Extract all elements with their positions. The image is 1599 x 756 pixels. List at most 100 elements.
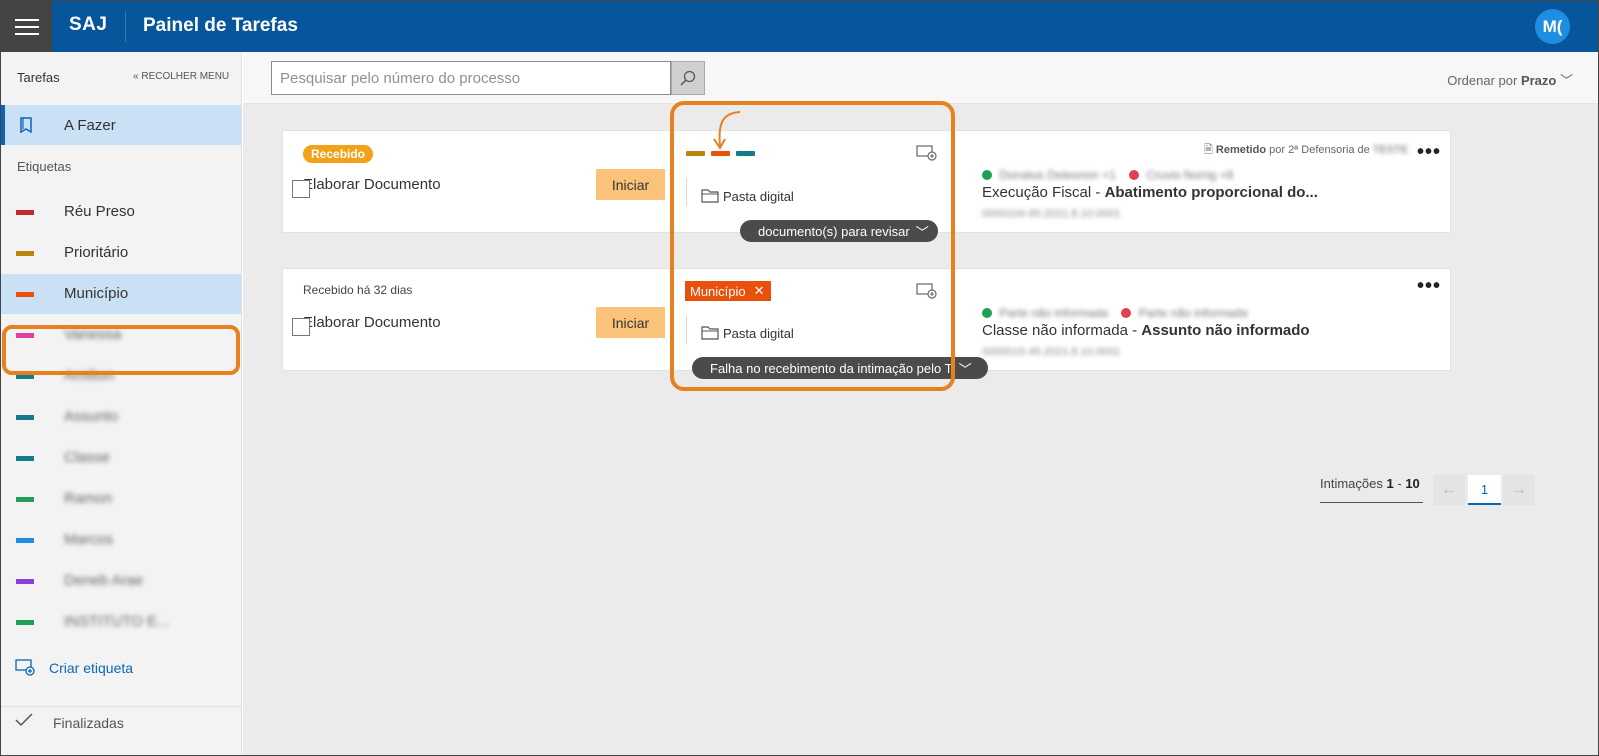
- parties: Donatus Deleonon +1 Cruvis Norrig +8: [982, 168, 1233, 182]
- sidebar-tag-item[interactable]: Município: [1, 274, 241, 314]
- case-class: Classe não informada: [982, 322, 1128, 339]
- document-icon: 🗎: [1204, 144, 1213, 156]
- received-text: Recebido há 32 dias: [303, 283, 413, 297]
- sort-dropdown[interactable]: Ordenar por Prazo ﹀: [1447, 70, 1573, 89]
- search-button[interactable]: [671, 61, 705, 95]
- sidebar-tag-label: Prioritário: [64, 244, 129, 261]
- toolbar: Ordenar por Prazo ﹀: [243, 52, 1598, 104]
- collapse-menu-button[interactable]: « RECOLHER MENU: [133, 71, 229, 82]
- sidebar-tag-label: Ramon: [64, 490, 113, 507]
- pill-label: documento(s) para revisar: [758, 223, 910, 239]
- documents-review-pill[interactable]: documento(s) para revisar ﹀: [740, 220, 938, 242]
- folder-icon: [701, 326, 719, 340]
- start-button[interactable]: Iniciar: [596, 169, 665, 200]
- bookmark-icon: [20, 117, 32, 133]
- more-options-icon[interactable]: •••: [1417, 276, 1441, 296]
- task-card[interactable]: Recebido há 32 dias Elaborar Documento I…: [282, 268, 1451, 379]
- sidebar-tag-item[interactable]: Ramon: [1, 479, 241, 519]
- digital-folder-link[interactable]: Pasta digital: [701, 325, 794, 343]
- pagination-underline: [1320, 502, 1423, 503]
- sidebar-tag-item[interactable]: Deneb Arae: [1, 561, 241, 601]
- sidebar-tag-label: Marcos: [64, 531, 114, 548]
- hamburger-menu-icon[interactable]: [1, 1, 52, 52]
- sort-value: Prazo: [1520, 73, 1557, 88]
- sidebar-tag-label: Classe: [64, 449, 110, 466]
- sidebar-section-title: Tarefas: [17, 70, 60, 85]
- tag-color-swatch: [16, 251, 34, 256]
- sort-label: Ordenar por: [1447, 73, 1518, 88]
- tag-color-swatch: [16, 579, 34, 584]
- create-tag-button[interactable]: Criar etiqueta: [15, 658, 133, 679]
- pagination-label: Intimações: [1320, 476, 1383, 491]
- tag-color-swatch: [16, 497, 34, 502]
- sidebar-tag-label: INSTITUTO E...: [64, 613, 170, 630]
- sidebar-item-finalizadas[interactable]: Finalizadas: [15, 712, 124, 733]
- sidebar-tag-item[interactable]: INSTITUTO E...: [1, 602, 241, 642]
- page-title: Painel de Tarefas: [143, 15, 298, 36]
- start-button[interactable]: Iniciar: [596, 307, 665, 338]
- more-options-icon[interactable]: •••: [1417, 142, 1441, 162]
- folder-icon: [701, 189, 719, 203]
- add-tag-icon[interactable]: [916, 144, 938, 162]
- folder-label: Pasta digital: [723, 189, 794, 204]
- task-card[interactable]: Recebido Elaborar Documento Iniciar Past…: [282, 111, 1451, 242]
- case-info[interactable]: Execução Fiscal - Abatimento proporciona…: [982, 184, 1318, 201]
- process-number[interactable]: 0000104-95.2021.8.10.0001: [982, 208, 1120, 220]
- folder-label: Pasta digital: [723, 326, 794, 341]
- chevron-down-icon: ﹀: [1559, 73, 1573, 88]
- select-checkbox[interactable]: [292, 180, 310, 198]
- range-start: 1: [1386, 476, 1394, 491]
- labels-section-title: Etiquetas: [17, 159, 72, 174]
- minus-circle-icon: [1121, 308, 1132, 318]
- sidebar-tag-item[interactable]: Marcos: [1, 520, 241, 560]
- party-passive: Cruvis Norrig +8: [1146, 168, 1234, 182]
- status-badge: Recebido: [303, 145, 374, 163]
- intimation-failure-pill[interactable]: Falha no recebimento da intimação pelo T…: [692, 357, 988, 379]
- add-tag-icon[interactable]: [916, 282, 938, 300]
- close-icon[interactable]: ✕: [754, 283, 765, 299]
- tag-color-swatch: [16, 210, 34, 215]
- arrow-left-icon: ←: [1441, 481, 1457, 498]
- collapse-menu-label: RECOLHER MENU: [141, 71, 230, 82]
- sent-by: por 2ª Defensoria de: [1269, 144, 1370, 156]
- top-bar: SAJ Painel de Tarefas M(: [1, 1, 1598, 52]
- select-checkbox[interactable]: [292, 318, 310, 336]
- sent-place: TESTE: [1372, 144, 1409, 156]
- sidebar-item-label: A Fazer: [64, 117, 116, 134]
- case-subject: Abatimento proporcional do...: [1104, 184, 1318, 201]
- user-avatar[interactable]: M(: [1535, 9, 1570, 44]
- next-page-button[interactable]: →: [1503, 475, 1535, 505]
- app-window: SAJ Painel de Tarefas M( Tarefas « RECOL…: [0, 0, 1599, 756]
- finished-label: Finalizadas: [53, 715, 124, 731]
- tag-chip-municipio[interactable]: Município ✕: [685, 281, 771, 301]
- case-info[interactable]: Classe não informada - Assunto não infor…: [982, 322, 1310, 339]
- tag-bar-prioritario[interactable]: [686, 151, 705, 156]
- brand-logo[interactable]: SAJ: [69, 14, 107, 36]
- sidebar: Tarefas « RECOLHER MENU A Fazer Etiqueta…: [1, 52, 242, 755]
- process-number[interactable]: 0000015-45.2021.8.10.0001: [982, 346, 1120, 358]
- sidebar-item-a-fazer[interactable]: A Fazer: [1, 105, 241, 145]
- prev-page-button[interactable]: ←: [1433, 475, 1465, 505]
- checkmark-icon: [15, 713, 33, 727]
- main-content: Ordenar por Prazo ﹀ Recebido Elaborar Do…: [243, 52, 1598, 755]
- header-divider: [125, 11, 126, 42]
- sidebar-tag-label: Réu Preso: [64, 203, 135, 220]
- parties: Parte não informada Parte não informada: [982, 306, 1248, 320]
- party-active: Donatus Deleonon +1: [999, 168, 1116, 182]
- tag-color-swatch: [16, 538, 34, 543]
- sidebar-tag-item[interactable]: Classe: [1, 438, 241, 478]
- sidebar-tag-item[interactable]: Prioritário: [1, 233, 241, 273]
- double-chevron-left-icon: «: [133, 71, 139, 82]
- page-1-button[interactable]: 1: [1468, 475, 1501, 505]
- sent-label: Remetido: [1215, 144, 1267, 156]
- tag-color-swatch: [16, 620, 34, 625]
- search-input[interactable]: [271, 61, 671, 95]
- sidebar-tag-item[interactable]: Assunto: [1, 397, 241, 437]
- divider: [1, 706, 241, 707]
- party-active: Parte não informada: [999, 306, 1109, 320]
- digital-folder-link[interactable]: Pasta digital: [701, 188, 794, 206]
- arrow-right-icon: →: [1511, 481, 1527, 498]
- task-title: Elaborar Documento: [303, 176, 441, 193]
- plus-circle-icon: [982, 170, 992, 180]
- sidebar-tag-item[interactable]: Réu Preso: [1, 192, 241, 232]
